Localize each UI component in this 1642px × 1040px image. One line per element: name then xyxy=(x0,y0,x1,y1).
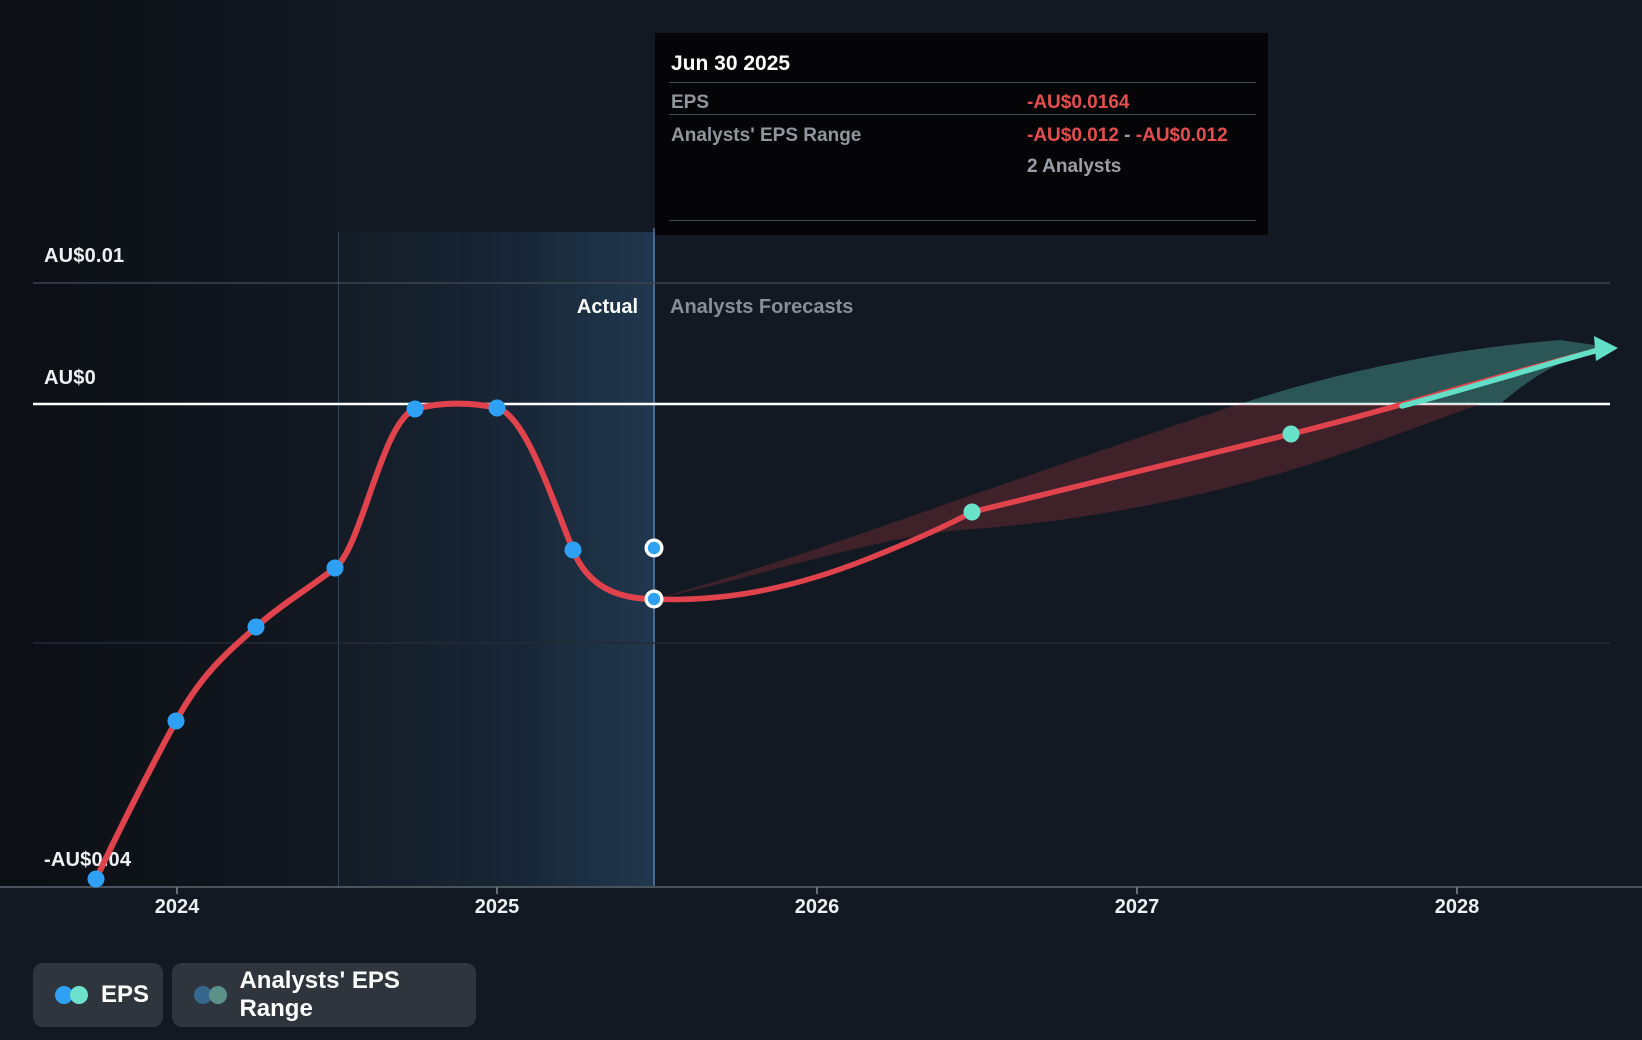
tooltip-eps-value: -AU$0.0164 xyxy=(1027,92,1130,113)
tooltip-range-high: -AU$0.012 xyxy=(1135,125,1228,146)
eps-point[interactable] xyxy=(564,541,582,559)
forecast-phase-label: Analysts Forecasts xyxy=(670,296,854,318)
eps-legend-icon xyxy=(55,985,89,1005)
forecast-arrowhead xyxy=(1594,336,1618,361)
range-band-negative xyxy=(655,404,1480,599)
tooltip-divider xyxy=(669,114,1256,115)
x-axis-label-2024: 2024 xyxy=(154,896,200,918)
legend-item-analysts-eps-range[interactable]: Analysts' EPS Range xyxy=(172,963,476,1027)
forecast-point[interactable] xyxy=(963,503,981,521)
eps-point[interactable] xyxy=(87,870,105,888)
x-axis-label-2027: 2027 xyxy=(1114,896,1160,918)
legend-eps-label: EPS xyxy=(101,981,150,1008)
legend-range-label: Analysts' EPS Range xyxy=(239,967,400,1022)
eps-forecast-chart: { "y_axis": { "labels": ["AU$0.01", "AU$… xyxy=(0,0,1642,1040)
x-axis-ticks xyxy=(176,887,1458,894)
forecast-point[interactable] xyxy=(1282,425,1300,443)
eps-point[interactable] xyxy=(326,559,344,577)
range-band-positive xyxy=(1240,340,1608,404)
tooltip-eps-label: EPS xyxy=(671,92,710,113)
tooltip-divider xyxy=(669,82,1256,83)
tooltip-range-value: -AU$0.012 - -AU$0.012 xyxy=(1027,125,1228,147)
x-axis-label-2028: 2028 xyxy=(1434,896,1480,918)
actual-phase-label: Actual xyxy=(576,296,638,318)
hovered-eps-point[interactable] xyxy=(644,589,664,609)
tooltip-range-label: Analysts' EPS Range xyxy=(671,125,862,146)
eps-point[interactable] xyxy=(488,399,506,417)
hovered-range-point[interactable] xyxy=(644,538,664,558)
tooltip-analyst-count: 2 Analysts xyxy=(1027,156,1122,177)
tooltip-divider xyxy=(669,220,1256,221)
legend-item-eps[interactable]: EPS xyxy=(33,963,163,1027)
x-axis-label-2026: 2026 xyxy=(794,896,840,918)
eps-point[interactable] xyxy=(247,618,265,636)
tooltip-range-low: -AU$0.012 xyxy=(1027,125,1119,146)
tooltip-range-separator: - xyxy=(1118,125,1136,146)
eps-point[interactable] xyxy=(406,400,424,418)
tooltip-date: Jun 30 2025 xyxy=(671,52,791,75)
eps-point[interactable] xyxy=(167,712,185,730)
hover-tooltip: Jun 30 2025 EPS -AU$0.0164 Analysts' EPS… xyxy=(655,33,1268,235)
range-legend-icon xyxy=(194,985,227,1005)
eps-line-actual xyxy=(93,400,657,882)
x-axis-label-2025: 2025 xyxy=(474,896,520,918)
